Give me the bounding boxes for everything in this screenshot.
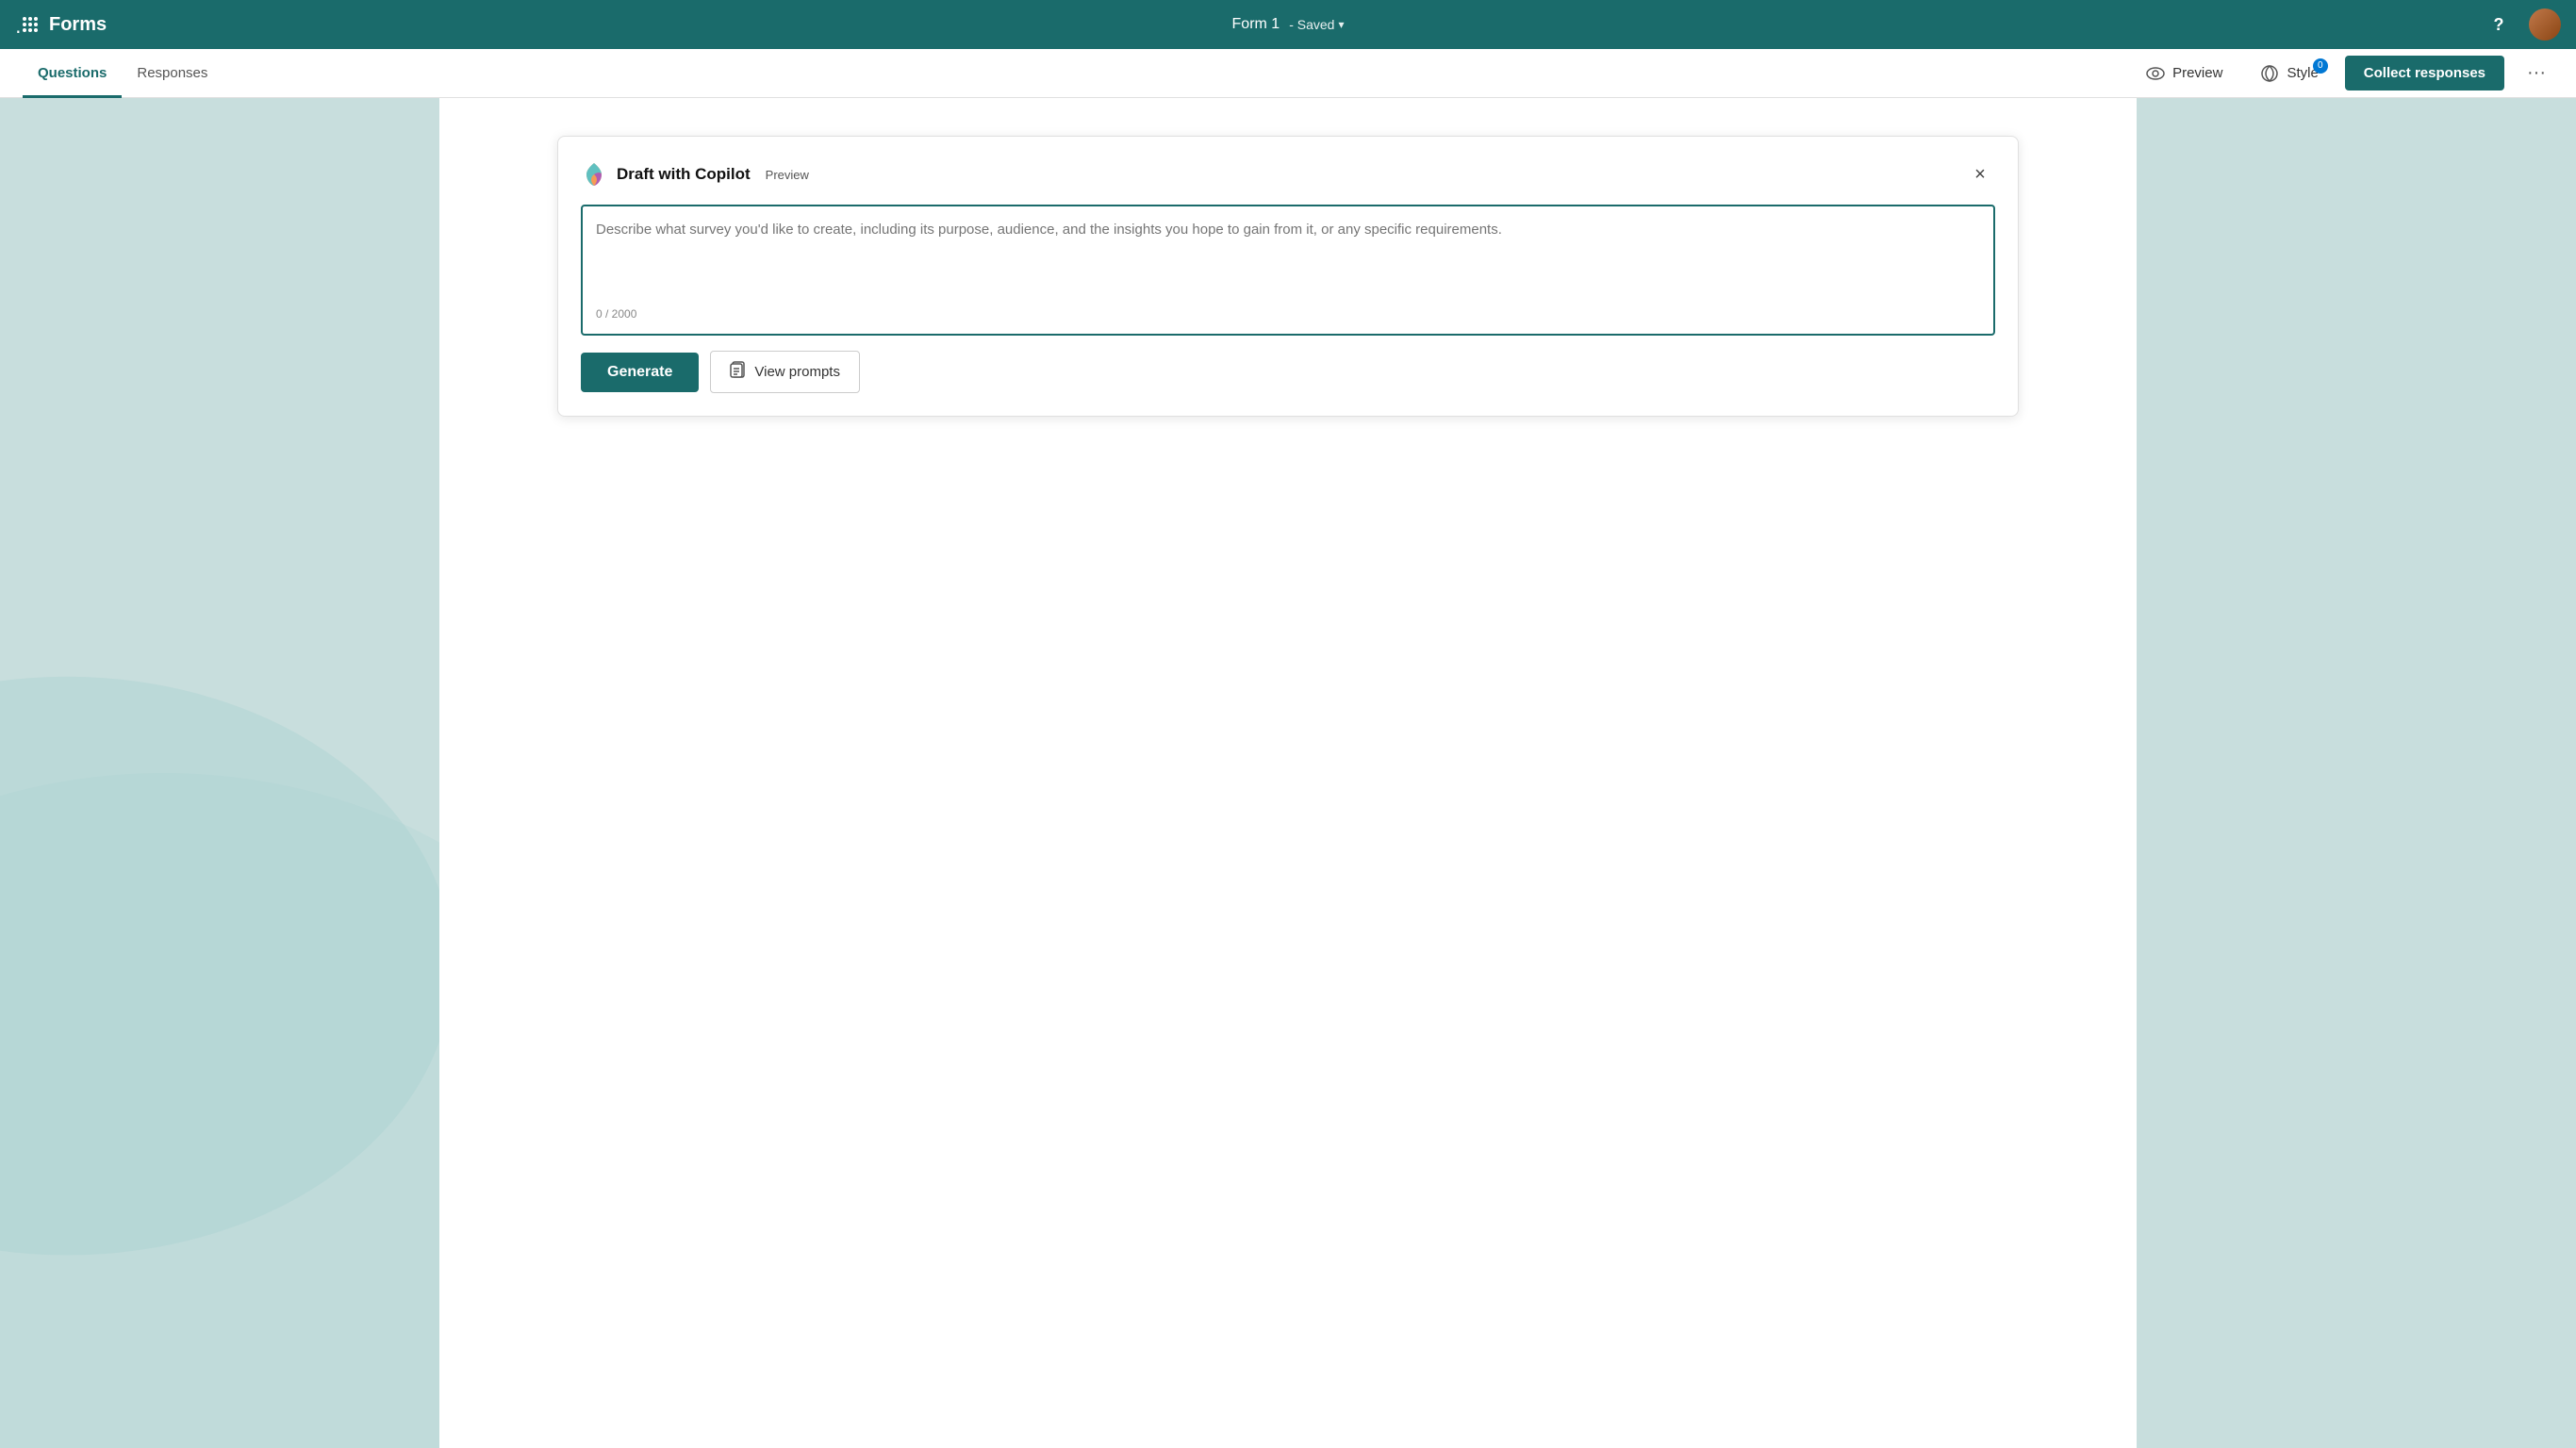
preview-icon <box>2146 64 2165 83</box>
tabs-right-actions: Preview 0 Style Collect responses ··· <box>2135 56 2553 90</box>
form-title[interactable]: Form 1 <box>1232 16 1280 33</box>
copilot-dialog: Draft with Copilot Preview × 0 / 2000 Ge… <box>557 136 2019 417</box>
copilot-icon <box>581 161 607 188</box>
char-count: 0 / 2000 <box>596 307 1980 321</box>
nav-center: Form 1 - Saved ▾ <box>1232 16 1345 33</box>
nav-right-actions: ? <box>2484 8 2561 41</box>
tabs-left: Questions Responses <box>23 49 2135 98</box>
dialog-title: Draft with Copilot <box>617 165 751 184</box>
prompt-textarea-wrapper[interactable]: 0 / 2000 <box>581 205 1995 336</box>
chevron-down-icon[interactable]: ▾ <box>1338 18 1344 31</box>
collect-responses-button[interactable]: Collect responses <box>2345 56 2504 90</box>
generate-button[interactable]: Generate <box>581 353 699 392</box>
grid-dots-icon[interactable] <box>21 15 40 34</box>
dialog-header-left: Draft with Copilot Preview <box>581 161 809 188</box>
main-content: Draft with Copilot Preview × 0 / 2000 Ge… <box>0 98 2576 1448</box>
dialog-header: Draft with Copilot Preview × <box>581 159 1995 189</box>
dialog-close-button[interactable]: × <box>1965 159 1995 189</box>
style-icon <box>2260 64 2279 83</box>
prompt-textarea[interactable] <box>596 220 1980 295</box>
dialog-actions: Generate <box>581 351 1995 393</box>
tab-responses[interactable]: Responses <box>122 49 223 98</box>
more-options-button[interactable]: ··· <box>2519 58 2553 88</box>
tabs-bar: Questions Responses Preview 0 Style Coll… <box>0 49 2576 98</box>
top-navigation: ⋰ Forms Form 1 - Saved ▾ ? <box>0 0 2576 49</box>
view-prompts-button[interactable]: View prompts <box>710 351 860 393</box>
tab-questions[interactable]: Questions <box>23 49 122 98</box>
style-button[interactable]: 0 Style <box>2249 58 2329 89</box>
user-avatar[interactable] <box>2529 8 2561 41</box>
help-button[interactable]: ? <box>2484 9 2514 40</box>
app-name: Forms <box>49 14 107 36</box>
form-panel: Draft with Copilot Preview × 0 / 2000 Ge… <box>439 98 2137 1448</box>
dialog-preview-badge: Preview <box>766 168 809 182</box>
view-prompts-icon <box>730 361 747 383</box>
preview-button[interactable]: Preview <box>2135 58 2234 89</box>
style-badge: 0 <box>2313 58 2328 74</box>
save-status: - Saved ▾ <box>1289 17 1344 32</box>
